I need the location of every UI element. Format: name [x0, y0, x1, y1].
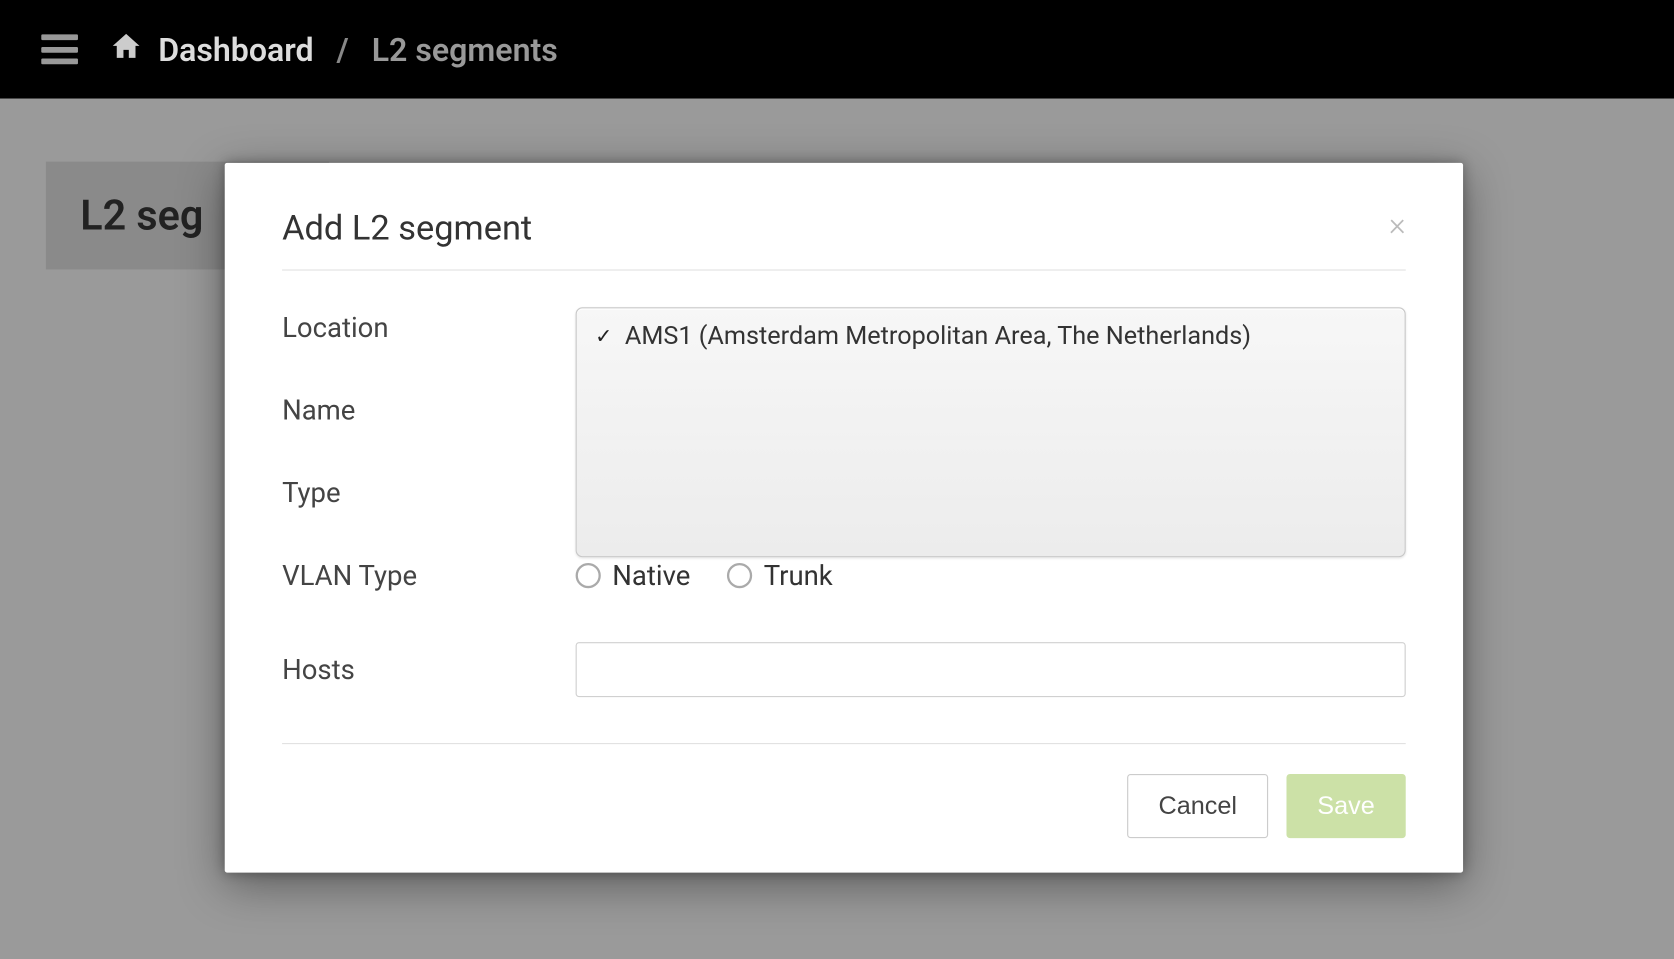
- vlan-type-trunk-radio[interactable]: Trunk: [727, 560, 833, 592]
- check-icon: ✓: [595, 324, 613, 348]
- location-label: Location: [282, 312, 576, 344]
- breadcrumb-home-link[interactable]: Dashboard: [158, 30, 313, 68]
- radio-icon: [576, 563, 601, 588]
- radio-icon: [727, 563, 752, 588]
- breadcrumb-current: L2 segments: [372, 30, 558, 68]
- breadcrumb-separator: /: [337, 30, 349, 68]
- breadcrumb: Dashboard / L2 segments: [110, 29, 558, 69]
- vlan-type-native-radio[interactable]: Native: [576, 560, 691, 592]
- name-label: Name: [282, 394, 576, 426]
- add-l2-segment-modal: Add L2 segment × Location ✓ AMS1 (Amster…: [225, 163, 1463, 873]
- top-navigation-bar: Dashboard / L2 segments: [0, 0, 1674, 99]
- radio-label-native: Native: [612, 560, 690, 592]
- vlan-type-label: VLAN Type: [282, 560, 576, 592]
- radio-label-trunk: Trunk: [764, 560, 833, 592]
- home-icon[interactable]: [110, 29, 142, 69]
- type-label: Type: [282, 477, 576, 509]
- save-button[interactable]: Save: [1286, 774, 1405, 838]
- hosts-input[interactable]: [576, 642, 1406, 697]
- divider: [282, 269, 1406, 270]
- page-background: L2 seg Add L2 segment × Location ✓ AMS1 …: [0, 99, 1674, 959]
- modal-title: Add L2 segment: [282, 209, 532, 249]
- location-option-label: AMS1 (Amsterdam Metropolitan Area, The N…: [625, 322, 1251, 351]
- location-dropdown[interactable]: ✓ AMS1 (Amsterdam Metropolitan Area, The…: [576, 307, 1406, 557]
- hosts-label: Hosts: [282, 654, 576, 686]
- close-icon[interactable]: ×: [1389, 209, 1406, 241]
- location-option-ams1[interactable]: ✓ AMS1 (Amsterdam Metropolitan Area, The…: [595, 320, 1386, 353]
- cancel-button[interactable]: Cancel: [1128, 774, 1268, 838]
- hamburger-menu-icon[interactable]: [41, 34, 78, 64]
